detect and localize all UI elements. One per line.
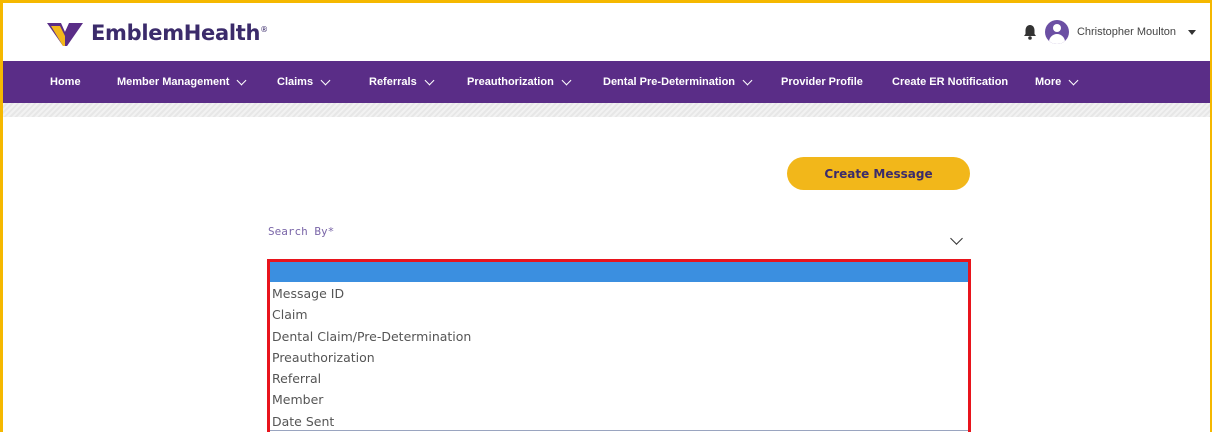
nav-shadow-divider — [3, 103, 1210, 117]
main-nav: Home Member Management Claims Referrals … — [3, 61, 1210, 103]
chevron-down-icon — [561, 75, 572, 85]
chevron-down-icon — [742, 75, 753, 85]
dropdown-option-referral[interactable]: Referral — [272, 368, 471, 389]
nav-item-provider-profile[interactable]: Provider Profile — [781, 61, 863, 103]
search-by-label: Search By* — [268, 225, 335, 238]
chevron-down-icon — [424, 75, 435, 85]
nav-item-referrals[interactable]: Referrals — [369, 61, 435, 103]
nav-item-home[interactable]: Home — [50, 61, 81, 103]
nav-item-dental-pre-determination[interactable]: Dental Pre-Determination — [603, 61, 753, 103]
dropdown-option-preauthorization[interactable]: Preauthorization — [272, 347, 471, 368]
dropdown-option-member[interactable]: Member — [272, 389, 471, 410]
top-header: EmblemHealth® Christopher Moulton — [3, 3, 1210, 61]
caret-down-icon[interactable] — [1188, 29, 1196, 35]
nav-item-more[interactable]: More — [1035, 61, 1079, 103]
bell-icon[interactable] — [1023, 24, 1037, 40]
dropdown-option-message-id[interactable]: Message ID — [272, 283, 471, 304]
nav-item-claims[interactable]: Claims — [277, 61, 331, 103]
create-message-button[interactable]: Create Message — [787, 157, 970, 190]
user-name[interactable]: Christopher Moulton — [1077, 26, 1176, 38]
dropdown-option-claim[interactable]: Claim — [272, 304, 471, 325]
chevron-down-icon — [320, 75, 331, 85]
nav-item-preauthorization[interactable]: Preauthorization — [467, 61, 572, 103]
registered-mark: ® — [260, 25, 268, 34]
brand-name: EmblemHealth® — [91, 21, 268, 45]
user-menu[interactable]: Christopher Moulton — [1023, 20, 1196, 44]
nav-item-create-er-notification[interactable]: Create ER Notification — [892, 61, 1008, 103]
dropdown-options: Message ID Claim Dental Claim/Pre-Determ… — [272, 283, 471, 432]
emblem-logo-icon — [47, 23, 83, 46]
chevron-down-icon — [237, 75, 247, 85]
avatar-icon[interactable] — [1044, 20, 1069, 44]
brand-logo[interactable]: EmblemHealth® — [47, 20, 268, 46]
search-by-dropdown-list[interactable]: Message ID Claim Dental Claim/Pre-Determ… — [267, 259, 971, 432]
dropdown-option-date-sent[interactable]: Date Sent — [272, 411, 471, 432]
dropdown-list-border — [270, 430, 968, 431]
dropdown-option-dental-claim[interactable]: Dental Claim/Pre-Determination — [272, 326, 471, 347]
chevron-down-icon — [1068, 75, 1079, 85]
nav-item-member-management[interactable]: Member Management — [117, 61, 247, 103]
dropdown-option-blank-selected[interactable] — [270, 262, 968, 282]
